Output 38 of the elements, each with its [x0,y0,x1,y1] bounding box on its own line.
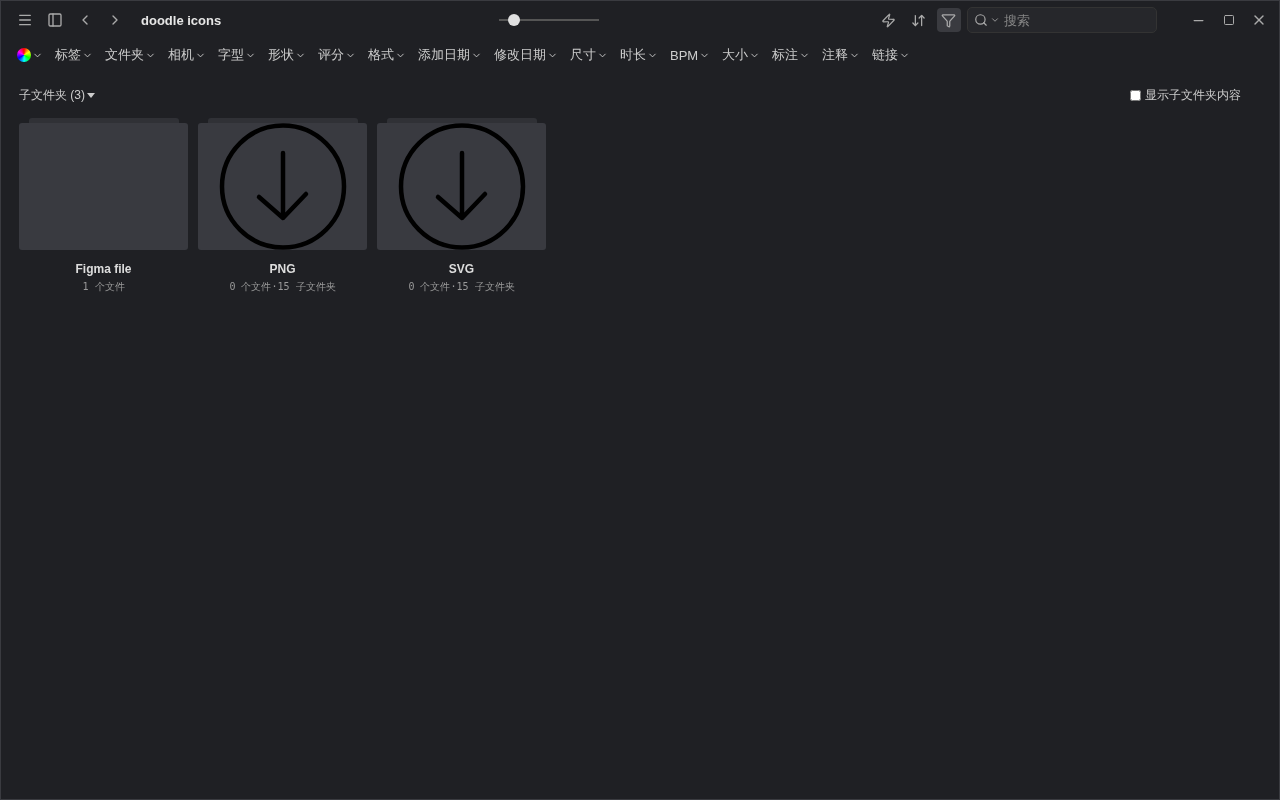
filter-dropdown[interactable]: 评分 [316,46,358,64]
folder-thumbnail[interactable] [19,118,188,250]
window-title: doodle icons [141,12,222,28]
filter-dropdown[interactable]: 链接 [870,46,913,64]
filter-dropdown[interactable]: 形状 [266,46,308,64]
filter-dropdown[interactable]: 尺寸 [568,46,610,64]
slider-thumb[interactable] [508,14,521,26]
caret-icon[interactable] [990,15,1000,25]
caret-icon [87,93,95,98]
folder-thumbnail[interactable] [198,118,367,250]
search-input[interactable]: 搜索 [1002,11,1126,29]
folder-info: 0 个文件·15 子文件夹 [229,280,336,294]
filter-dropdown[interactable]: 标签 [53,46,95,64]
checkbox-label: 显示子文件夹内容 [1145,87,1241,104]
filter-dropdown[interactable]: 文件夹 [103,46,158,64]
search-icon[interactable] [974,13,988,27]
color-wheel-icon [17,48,31,62]
filter-dropdown[interactable]: 添加日期 [416,46,484,64]
filter-dropdown[interactable]: 大小 [720,46,763,64]
filter-dropdown[interactable]: 标注 [770,46,813,64]
filter-dropdown[interactable]: 时长 [618,46,660,64]
filter-dropdown[interactable]: 注释 [820,46,863,64]
filter-button[interactable] [937,8,961,32]
folder-info: 0 个文件·15 子文件夹 [408,280,515,294]
filter-icon [941,12,957,28]
folder-thumbnail[interactable] [377,118,546,250]
filter-dropdown[interactable]: BPM [668,47,713,63]
folder-name: SVG [448,262,475,276]
checkbox[interactable] [1130,90,1141,101]
folder-info: 1 个文件 [82,280,125,294]
folder-name: Figma file [75,262,132,276]
search-field[interactable]: 搜索 [967,7,1157,33]
folder-name: PNG [269,262,296,276]
filter-dropdown[interactable]: 字型 [216,46,258,64]
filter-dropdown[interactable]: 修改日期 [492,46,560,64]
subfolder-section-toggle[interactable]: 子文件夹 (3) [19,87,95,104]
filter-dropdown[interactable]: 相机 [166,46,208,64]
filter-dropdown[interactable]: 格式 [366,46,408,64]
